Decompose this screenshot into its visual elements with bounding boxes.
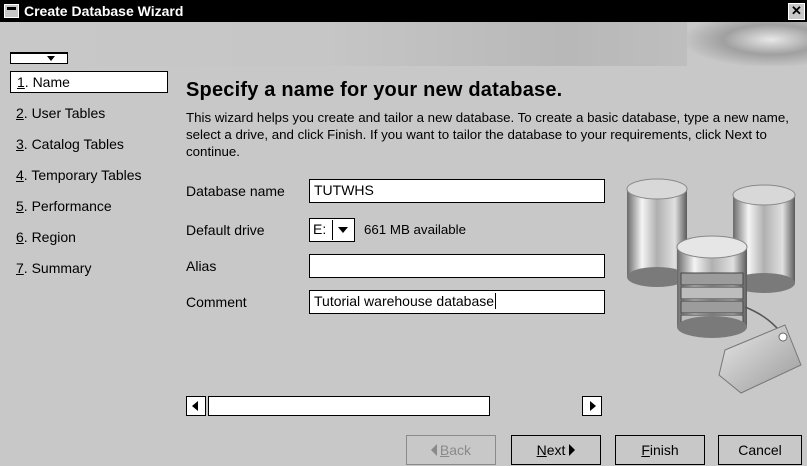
drive-select-value: E: [313,221,327,237]
step-performance[interactable]: 5. Performance [10,195,168,217]
step-region[interactable]: 6. Region [10,226,168,248]
arrow-left-icon [430,444,437,456]
window-title: Create Database Wizard [24,3,184,19]
window-app-icon[interactable] [4,4,19,18]
wizard-steps-nav: 1. Name 2. User Tables 3. Catalog Tables… [10,71,168,288]
scrollbar-thumb[interactable] [208,396,490,416]
close-icon[interactable]: ✕ [788,3,805,20]
scroll-left-arrow-icon[interactable] [186,396,206,416]
back-button[interactable]: Back [406,435,496,465]
comment-label: Comment [186,294,247,310]
comment-input[interactable]: Tutorial warehouse database [309,290,605,314]
alias-label: Alias [186,258,217,274]
alias-input[interactable] [309,254,605,278]
default-drive-label: Default drive [186,222,265,238]
database-cylinders-icon [626,178,802,394]
step-summary[interactable]: 7. Summary [10,257,168,279]
intro-text: This wizard helps you create and tailor … [186,110,789,159]
drive-select[interactable]: E: [309,218,355,242]
db-name-input[interactable]: TUTWHS [309,179,605,203]
step-temporary-tables[interactable]: 4. Temporary Tables [10,164,168,186]
wizard-banner [0,22,807,66]
horizontal-scrollbar[interactable] [186,396,610,416]
banner-graphic [687,22,807,66]
next-button[interactable]: Next [511,435,601,465]
drive-available-text: 661 MB available [364,222,467,237]
db-name-label: Database name [186,183,285,199]
step-name[interactable]: 1. Name [10,71,168,93]
splitter-sash[interactable] [10,52,68,64]
cancel-button[interactable]: Cancel [718,435,802,465]
step-catalog-tables[interactable]: 3. Catalog Tables [10,133,168,155]
title-bar: Create Database Wizard ✕ [0,0,807,22]
scroll-right-arrow-icon[interactable] [582,396,602,416]
page-title: Specify a name for your new database. [186,79,563,101]
chevron-down-icon[interactable] [332,220,353,240]
arrow-right-icon [569,444,576,456]
finish-button[interactable]: Finish [615,435,705,465]
step-user-tables[interactable]: 2. User Tables [10,102,168,124]
text-caret [495,293,497,309]
wizard-content: Specify a name for your new database. Th… [186,79,796,160]
